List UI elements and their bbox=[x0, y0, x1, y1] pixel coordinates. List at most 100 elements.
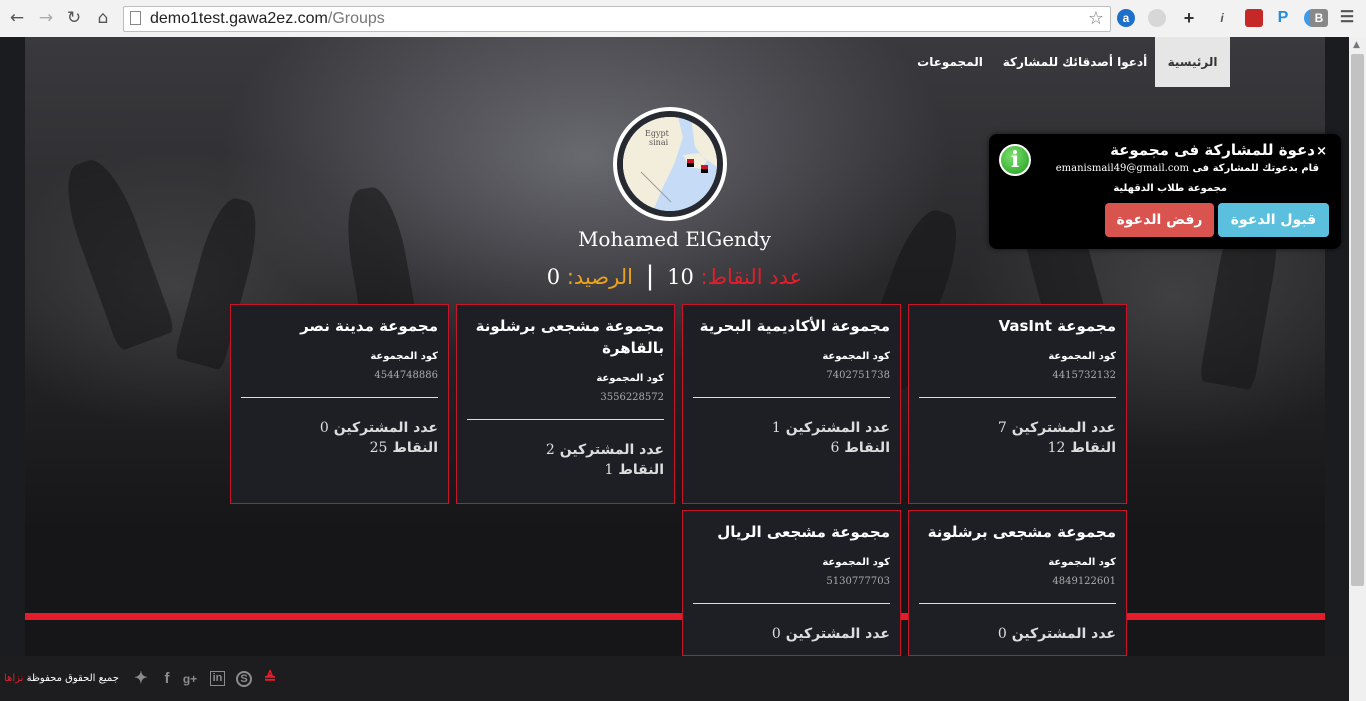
group-title: مجموعة الأكاديمية البحرية bbox=[699, 317, 890, 335]
extension-info-icon[interactable]: i bbox=[1213, 9, 1231, 27]
card-divider bbox=[919, 603, 1116, 604]
footer-rights: جميع الحقوق محفوظة bbox=[26, 673, 119, 684]
menu-icon[interactable]: ☰ bbox=[1338, 9, 1356, 27]
extension-a-icon[interactable]: a bbox=[1117, 9, 1135, 27]
group-code-label: كود المجموعة bbox=[822, 557, 890, 568]
card-divider bbox=[241, 397, 438, 398]
rss-icon[interactable]: ≜ bbox=[262, 671, 278, 687]
group-code: 7402751738 bbox=[826, 370, 890, 381]
reload-icon[interactable]: ↻ bbox=[64, 8, 84, 28]
card-divider bbox=[919, 397, 1116, 398]
google-plus-icon[interactable]: g+ bbox=[182, 671, 198, 687]
group-card[interactable]: مجموعة مشجعى برشلونة كود المجموعة 484912… bbox=[908, 510, 1127, 656]
footer: جميع الحقوق محفوظة نزاها ✦ f g+ in S ≜ bbox=[0, 656, 1349, 701]
members-value: 0 bbox=[319, 420, 329, 436]
members-label: عدد المشتركين bbox=[559, 442, 664, 458]
facebook-icon[interactable]: f bbox=[159, 671, 175, 687]
reject-invitation-button[interactable]: رفض الدعوة bbox=[1105, 203, 1214, 237]
group-title: مجموعة مشجعى برشلونة بالقاهرة bbox=[475, 317, 664, 357]
group-code: 5130777703 bbox=[826, 576, 890, 587]
members-value: 7 bbox=[997, 420, 1007, 436]
notification-message: قام بدعوتك للمشاركة فى emanismail49@gmai… bbox=[1056, 163, 1319, 174]
group-code-label: كود المجموعة bbox=[1048, 557, 1116, 568]
members-label: عدد المشتركين bbox=[785, 626, 890, 642]
page-icon bbox=[130, 11, 141, 25]
points-value: 6 bbox=[830, 440, 840, 456]
points-label: عدد النقاط: bbox=[700, 265, 803, 289]
points-value: 25 bbox=[369, 440, 388, 456]
nav-item-home[interactable]: الرئيسية bbox=[1155, 37, 1230, 87]
group-code-label: كود المجموعة bbox=[822, 351, 890, 362]
star-icon[interactable]: ☆ bbox=[1088, 8, 1104, 29]
group-card[interactable]: مجموعة مدينة نصر كود المجموعة 4544748886… bbox=[230, 304, 449, 504]
points-label: النقاط bbox=[392, 440, 438, 456]
group-card[interactable]: مجموعة مشجعى الريال كود المجموعة 5130777… bbox=[682, 510, 901, 656]
extension-red-icon[interactable] bbox=[1245, 9, 1263, 27]
points-value: 1 bbox=[604, 462, 614, 478]
close-icon[interactable]: × bbox=[1316, 144, 1327, 159]
footer-copyright: جميع الحقوق محفوظة نزاها bbox=[4, 673, 119, 684]
group-card[interactable]: مجموعة الأكاديمية البحرية كود المجموعة 7… bbox=[682, 304, 901, 504]
card-divider bbox=[693, 397, 890, 398]
scroll-up-icon[interactable]: ▲ bbox=[1353, 40, 1360, 50]
members-label: عدد المشتركين bbox=[1011, 626, 1116, 642]
nav-item-invite-friends[interactable]: أدعوا أصدقائك للمشاركة bbox=[1000, 37, 1150, 87]
points-label: النقاط bbox=[1070, 440, 1116, 456]
profile-stats: عدد النقاط: 10 | الرصيد: 0 bbox=[0, 261, 1349, 291]
accent-bar bbox=[25, 613, 1325, 620]
points-value: 12 bbox=[1047, 440, 1066, 456]
nav-item-groups[interactable]: المجموعات bbox=[910, 37, 990, 87]
group-code: 4415732132 bbox=[1052, 370, 1116, 381]
map-image: Egypt sinai bbox=[623, 117, 717, 211]
map-label-sinai: sinai bbox=[649, 138, 669, 147]
notification-title: دعوة للمشاركة فى مجموعة bbox=[1110, 141, 1315, 159]
inviter-email: emanismail49@gmail.com bbox=[1055, 163, 1189, 174]
invitation-notification: × دعوة للمشاركة فى مجموعة قام بدعوتك للم… bbox=[989, 134, 1341, 249]
group-title: مجموعة VasInt bbox=[998, 317, 1116, 335]
group-code-label: كود المجموعة bbox=[1048, 351, 1116, 362]
members-value: 0 bbox=[771, 626, 781, 642]
members-value: 2 bbox=[545, 442, 555, 458]
card-divider bbox=[693, 603, 890, 604]
scrollbar-thumb[interactable] bbox=[1351, 54, 1364, 586]
balance-label: الرصيد: bbox=[566, 265, 633, 289]
group-title: مجموعة مدينة نصر bbox=[300, 317, 438, 335]
members-value: 1 bbox=[771, 420, 781, 436]
members-value: 0 bbox=[997, 626, 1007, 642]
twitter-icon[interactable]: ✦ bbox=[133, 671, 149, 687]
group-card[interactable]: مجموعة VasInt كود المجموعة 4415732132 عد… bbox=[908, 304, 1127, 504]
address-bar[interactable]: demo1test.gawa2ez.com/Groups ☆ bbox=[123, 6, 1111, 32]
group-code: 3556228572 bbox=[600, 392, 664, 403]
stats-divider: | bbox=[645, 261, 655, 291]
forward-arrow-icon[interactable]: → bbox=[36, 8, 56, 28]
back-arrow-icon[interactable]: ← bbox=[7, 8, 27, 28]
scrollbar[interactable]: ▲ bbox=[1349, 37, 1366, 701]
balance-value: 0 bbox=[546, 265, 561, 289]
card-divider bbox=[467, 419, 664, 420]
group-code: 4544748886 bbox=[374, 370, 438, 381]
home-icon[interactable]: ⌂ bbox=[93, 8, 113, 28]
extension-b-icon[interactable]: B bbox=[1310, 9, 1328, 27]
skype-icon[interactable]: S bbox=[236, 671, 252, 687]
url-path: /Groups bbox=[327, 10, 385, 27]
map-label-egypt: Egypt bbox=[645, 129, 670, 138]
extension-gray-icon[interactable] bbox=[1148, 9, 1166, 27]
points-value: 10 bbox=[667, 265, 694, 289]
group-code-label: كود المجموعة bbox=[370, 351, 438, 362]
extension-p-icon[interactable]: P bbox=[1274, 9, 1292, 27]
accept-invitation-button[interactable]: قبول الدعوة bbox=[1218, 203, 1329, 237]
linkedin-icon[interactable]: in bbox=[210, 671, 225, 686]
browser-toolbar: ← → ↻ ⌂ demo1test.gawa2ez.com/Groups ☆ a… bbox=[0, 0, 1366, 38]
members-label: عدد المشتركين bbox=[785, 420, 890, 436]
group-title: مجموعة مشجعى الريال bbox=[717, 523, 890, 541]
page-content: الرئيسية أدعوا أصدقائك للمشاركة المجموعا… bbox=[0, 37, 1349, 656]
group-code-label: كود المجموعة bbox=[596, 373, 664, 384]
footer-brand[interactable]: نزاها bbox=[4, 673, 23, 684]
group-card[interactable]: مجموعة مشجعى برشلونة بالقاهرة كود المجمو… bbox=[456, 304, 675, 504]
group-title: مجموعة مشجعى برشلونة bbox=[927, 523, 1116, 541]
group-code: 4849122601 bbox=[1052, 576, 1116, 587]
notification-message-text: قام بدعوتك للمشاركة فى bbox=[1192, 163, 1319, 174]
extension-crosshair-icon[interactable]: + bbox=[1180, 9, 1198, 27]
members-label: عدد المشتركين bbox=[333, 420, 438, 436]
avatar: Egypt sinai bbox=[613, 107, 727, 221]
